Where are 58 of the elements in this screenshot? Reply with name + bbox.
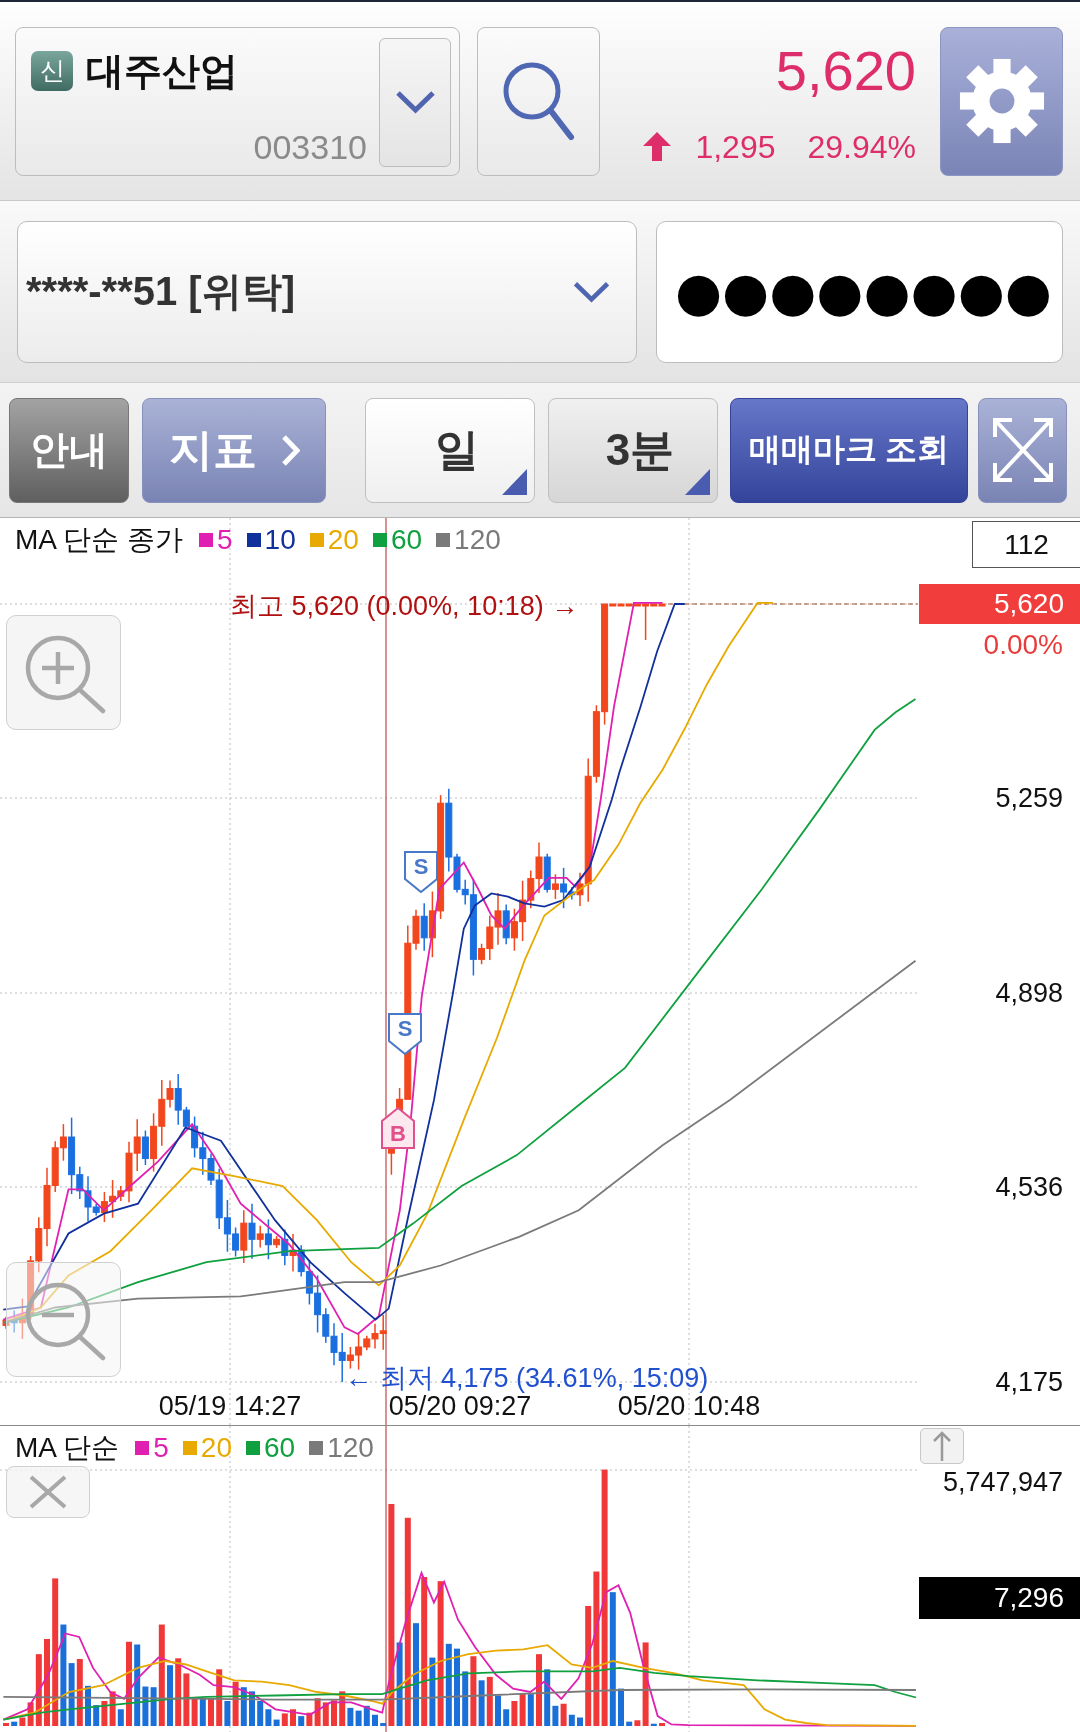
trade-marks-button[interactable]: 매매마크 조회 <box>730 397 968 503</box>
stock-code: 003310 <box>253 127 367 166</box>
sell-marker: S <box>404 851 438 893</box>
low-price-label: ← 최저 4,175 (34.61%, 15:09) <box>345 1364 709 1392</box>
search-icon <box>502 61 575 141</box>
stock-dropdown-button[interactable] <box>379 37 451 167</box>
account-dropdown[interactable]: ****-**51 [위탁] <box>17 220 637 363</box>
legend-label: 60 <box>390 524 423 556</box>
price-change: 1,295 <box>695 127 776 166</box>
period-dropdown[interactable]: 일 <box>365 397 535 503</box>
legend-label: 120 <box>454 524 501 556</box>
close-icon <box>29 1475 67 1509</box>
zoom-out-button[interactable] <box>6 1262 121 1377</box>
password-field[interactable]: ●●●●●●●● <box>656 220 1063 363</box>
change-rate: 29.94% <box>807 127 916 166</box>
legend-label: 20 <box>200 1432 232 1464</box>
time-axis-label: 05/20 10:48 <box>617 1392 761 1420</box>
current-volume-tag: 7,296 <box>919 1577 1080 1619</box>
interval-dropdown[interactable]: 3분 <box>548 397 718 503</box>
sell-marker: S <box>388 1013 422 1055</box>
settings-icon <box>958 58 1045 144</box>
settings-button[interactable] <box>940 26 1063 176</box>
corner-triangle-icon <box>502 468 527 495</box>
legend-label: 5 <box>217 524 233 556</box>
legend-label: 60 <box>263 1432 296 1464</box>
stock-selector[interactable]: 신 대주산업 003310 <box>15 26 460 176</box>
guide-button[interactable]: 안내 <box>9 397 129 503</box>
current-price: 5,620 <box>775 40 916 101</box>
price-axis-label: 4,536 <box>995 1171 1063 1203</box>
price-axis-label: 4,898 <box>995 977 1063 1009</box>
chevron-down-icon <box>394 90 436 114</box>
time-axis-label: 05/19 14:27 <box>158 1392 302 1420</box>
volume-axis-label: 5,747,947 <box>942 1467 1063 1497</box>
stock-tag: 신 <box>31 50 73 91</box>
stock-name: 대주산업 <box>86 48 238 93</box>
candle-count-field[interactable]: 112 <box>972 521 1080 568</box>
legend-label: 120 <box>327 1432 374 1464</box>
buy-marker: B <box>381 1107 415 1149</box>
close-button[interactable] <box>6 1466 90 1518</box>
chevron-down-icon <box>571 280 612 303</box>
legend-label: 20 <box>327 524 359 556</box>
legend-label: 10 <box>264 524 296 556</box>
high-price-label: 최고 5,620 (0.00%, 10:18) → <box>230 590 579 622</box>
zoom-in-button[interactable] <box>6 615 121 730</box>
legend-title: MA 단순 종가 <box>15 523 183 557</box>
scroll-up-button[interactable] <box>920 1428 964 1464</box>
legend-label: 5 <box>153 1432 169 1464</box>
current-price-tag: 5,620 <box>919 584 1080 624</box>
search-button[interactable] <box>477 26 600 176</box>
price-axis-label: 5,259 <box>995 782 1063 814</box>
fullscreen-button[interactable] <box>978 397 1067 503</box>
time-axis-label: 05/20 09:27 <box>388 1392 532 1420</box>
legend-title: MA 단순 <box>15 1431 120 1465</box>
chevron-right-icon <box>280 433 300 467</box>
price-axis-label: 4,175 <box>995 1366 1063 1398</box>
corner-triangle-icon <box>685 468 710 495</box>
up-arrow-icon <box>933 1431 951 1461</box>
current-change-rate: 0.00% <box>983 629 1063 661</box>
